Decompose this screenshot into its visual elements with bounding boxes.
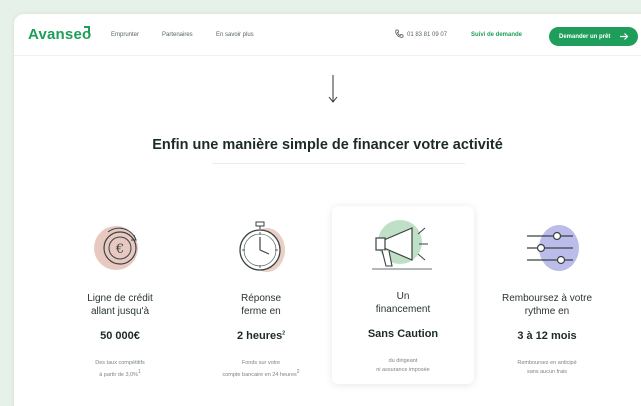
feature-card-sans-caution: Un financement Sans Caution du dirigeant… — [332, 206, 474, 384]
feature-title: Réponse ferme en — [240, 293, 282, 317]
feature-subtext: Des taux compétitifs à partir de 3,0%1 — [95, 360, 145, 378]
feature-title: Ligne de crédit allant jusqu'à — [87, 293, 153, 317]
phone-icon — [395, 29, 404, 38]
euro-refresh-icon: € — [94, 226, 138, 270]
feature-value: 50 000€ — [100, 330, 140, 342]
svg-text:€: € — [115, 242, 124, 257]
page-frame: Avanseo Emprunter Partenaires En savoir … — [14, 14, 641, 406]
demander-un-pret-button[interactable]: Demander un prêt — [549, 27, 638, 46]
feature-subtext: du dirigeant ni assurance imposée — [376, 358, 430, 373]
feature-subtext: Fonds sur votre compte bancaire en 24 he… — [222, 360, 300, 378]
feature-value: 3 à 12 mois — [517, 330, 577, 342]
arrow-down-icon — [328, 75, 338, 103]
headline-divider — [212, 163, 465, 164]
logo[interactable]: Avanseo — [28, 26, 91, 43]
sliders-icon — [527, 225, 579, 271]
feature-value: Sans Caution — [367, 328, 439, 340]
feature-card-remboursement: Remboursez à votre rythme en 3 à 12 mois… — [481, 208, 613, 383]
nav-link-en-savoir-plus[interactable]: En savoir plus — [216, 32, 254, 38]
page-headline: Enfin une manière simple de financer vot… — [152, 137, 503, 153]
feature-value: 2 heures2 — [236, 330, 286, 342]
nav-link-emprunter[interactable]: Emprunter — [111, 32, 139, 38]
logo-mark-icon — [84, 26, 90, 33]
phone-number[interactable]: 01 83 81 09 07 — [407, 32, 447, 38]
feature-title: Remboursez à votre rythme en — [501, 293, 593, 317]
feature-card-credit: € Ligne de crédit allant jusqu'à 50 000€… — [54, 208, 186, 383]
arrow-right-icon — [620, 33, 629, 40]
feature-subtext: Remboursez en anticipé sans aucun frais — [517, 360, 577, 375]
stopwatch-icon — [239, 221, 285, 272]
feature-card-reponse: Réponse ferme en 2 heures2 Fonds sur vot… — [195, 208, 327, 383]
megaphone-icon — [372, 220, 432, 270]
suivi-de-demande-link[interactable]: Suivi de demande — [471, 32, 522, 38]
site-header: Avanseo Emprunter Partenaires En savoir … — [14, 14, 641, 56]
feature-title: Un financement — [375, 291, 431, 315]
nav-link-partenaires[interactable]: Partenaires — [162, 32, 193, 38]
cta-label: Demander un prêt — [559, 33, 611, 40]
